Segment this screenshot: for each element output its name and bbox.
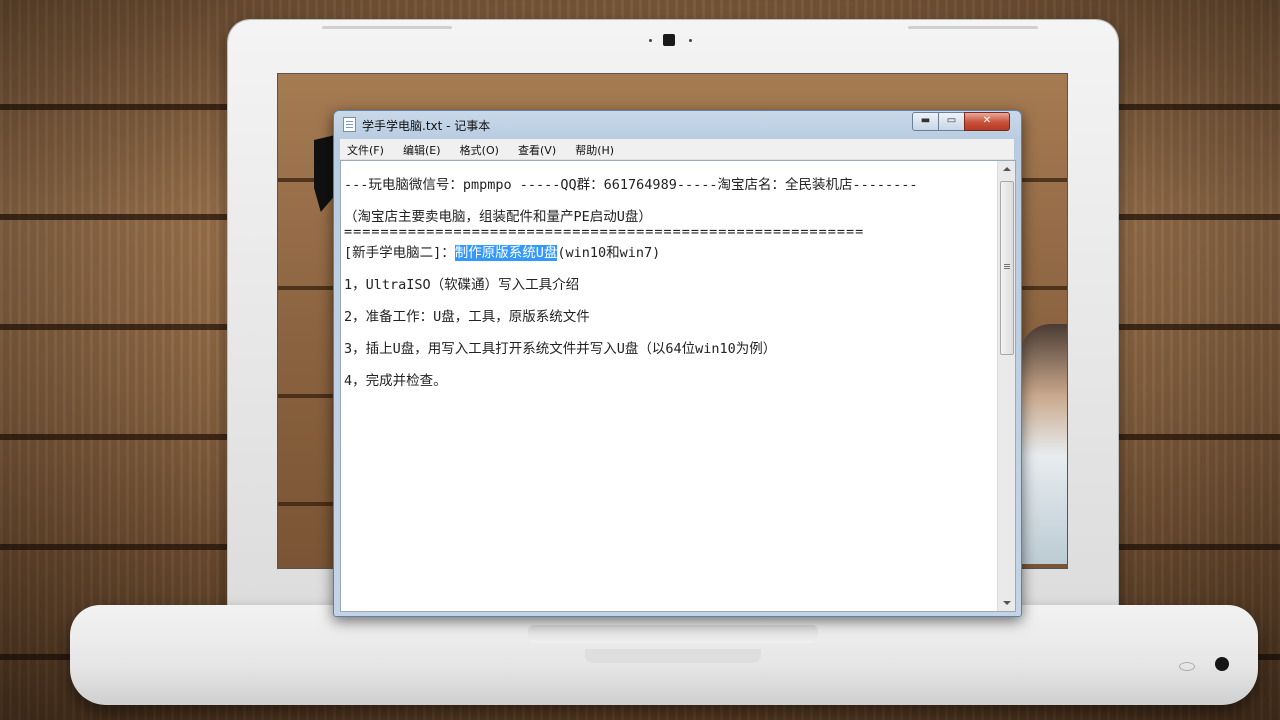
heading-prefix: [新手学电脑二]： xyxy=(344,245,455,261)
text-line: （淘宝店主要卖电脑，组装配件和量产PE启动U盘） xyxy=(344,209,652,225)
trackpad-notch xyxy=(585,649,761,663)
menu-format[interactable]: 格式(O) xyxy=(453,139,506,159)
laptop-base xyxy=(70,605,1258,705)
menu-file[interactable]: 文件(F) xyxy=(340,139,391,159)
maximize-icon: ▭ xyxy=(946,115,957,126)
lid-edge-left xyxy=(322,26,452,29)
menu-view[interactable]: 查看(V) xyxy=(511,139,563,159)
text-line: ---玩电脑微信号：pmpmpo -----QQ群：661764989-----… xyxy=(344,177,918,193)
camera-dot-left xyxy=(649,39,652,42)
close-button[interactable]: ✕ xyxy=(964,112,1010,131)
separator-line: ========================================… xyxy=(344,227,865,240)
text-line: 4，完成并检查。 xyxy=(344,373,447,389)
menu-bar: 文件(F) 编辑(E) 格式(O) 查看(V) 帮助(H) xyxy=(340,139,1014,160)
text-line: 2，准备工作：U盘，工具，原版系统文件 xyxy=(344,309,590,325)
minimize-icon: ▬ xyxy=(920,115,931,126)
notepad-window[interactable]: 学手学电脑.txt - 记事本 ▬ ▭ ✕ 文件(F) 编辑(E) 格式(O) … xyxy=(333,110,1022,617)
window-title: 学手学电脑.txt - 记事本 xyxy=(362,119,491,133)
camera-dot-right xyxy=(689,39,692,42)
menu-help[interactable]: 帮助(H) xyxy=(568,139,621,159)
scroll-up-icon[interactable] xyxy=(1003,167,1011,171)
status-led-icon xyxy=(1179,662,1195,671)
document-text[interactable]: ---玩电脑微信号：pmpmpo -----QQ群：661764989-----… xyxy=(344,175,994,403)
wallpaper-figure xyxy=(1021,324,1067,564)
webcam-icon xyxy=(663,34,675,46)
text-editor[interactable]: ---玩电脑微信号：pmpmpo -----QQ群：661764989-----… xyxy=(340,160,1016,612)
text-line: [新手学电脑二]：制作原版系统U盘(win10和win7) xyxy=(344,243,994,275)
scroll-down-icon[interactable] xyxy=(1003,601,1011,605)
minimize-button[interactable]: ▬ xyxy=(912,112,939,131)
text-line: 1，UltraISO（软碟通）写入工具介绍 xyxy=(344,277,580,293)
lid-opening-slot xyxy=(528,625,818,643)
notepad-icon[interactable] xyxy=(343,117,356,132)
power-button[interactable] xyxy=(1215,657,1229,671)
title-bar[interactable]: 学手学电脑.txt - 记事本 ▬ ▭ ✕ xyxy=(334,111,1021,137)
text-line: 3，插上U盘，用写入工具打开系统文件并写入U盘（以64位win10为例） xyxy=(344,341,777,357)
grip-icon xyxy=(1004,264,1010,265)
maximize-button[interactable]: ▭ xyxy=(938,112,965,131)
scrollbar-thumb[interactable] xyxy=(1000,181,1014,355)
lid-edge-right xyxy=(908,26,1038,29)
vertical-scrollbar[interactable] xyxy=(997,161,1015,611)
close-icon: ✕ xyxy=(982,115,992,126)
menu-edit[interactable]: 编辑(E) xyxy=(396,139,448,159)
selected-text[interactable]: 制作原版系统U盘 xyxy=(454,245,558,261)
heading-suffix: (win10和win7) xyxy=(557,245,661,261)
